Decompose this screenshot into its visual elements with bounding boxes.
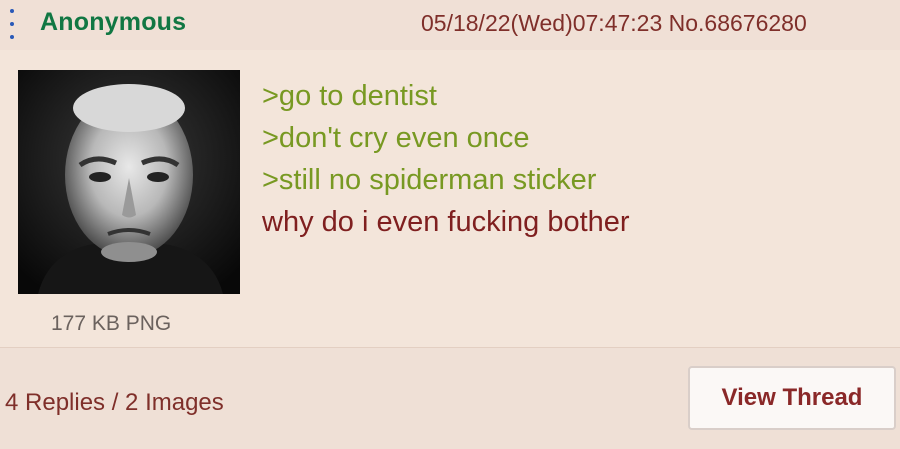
post-footer: 4 Replies / 2 Images View Thread	[0, 347, 900, 449]
portrait-image	[18, 70, 240, 294]
post-text: >go to dentist >don't cry even once >sti…	[262, 75, 872, 243]
post-header: Anonymous 05/18/22(Wed)07:47:23 No.68676…	[0, 0, 900, 51]
post-thumbnail[interactable]	[18, 70, 240, 294]
file-info[interactable]: 177 KB PNG	[51, 312, 171, 336]
post-body: 177 KB PNG >go to dentist >don't cry eve…	[0, 50, 900, 347]
post-line: why do i even fucking bother	[262, 206, 630, 238]
post-line-greentext: >don't cry even once	[262, 122, 530, 154]
vertical-dots-icon[interactable]	[9, 9, 15, 39]
poster-name: Anonymous	[40, 8, 187, 36]
post-meta: 05/18/22(Wed)07:47:23 No.68676280	[421, 10, 807, 36]
view-thread-button[interactable]: View Thread	[688, 366, 896, 430]
post-line-greentext: >still no spiderman sticker	[262, 164, 597, 196]
replies-count: 4 Replies / 2 Images	[5, 389, 224, 416]
post-line-greentext: >go to dentist	[262, 80, 437, 112]
